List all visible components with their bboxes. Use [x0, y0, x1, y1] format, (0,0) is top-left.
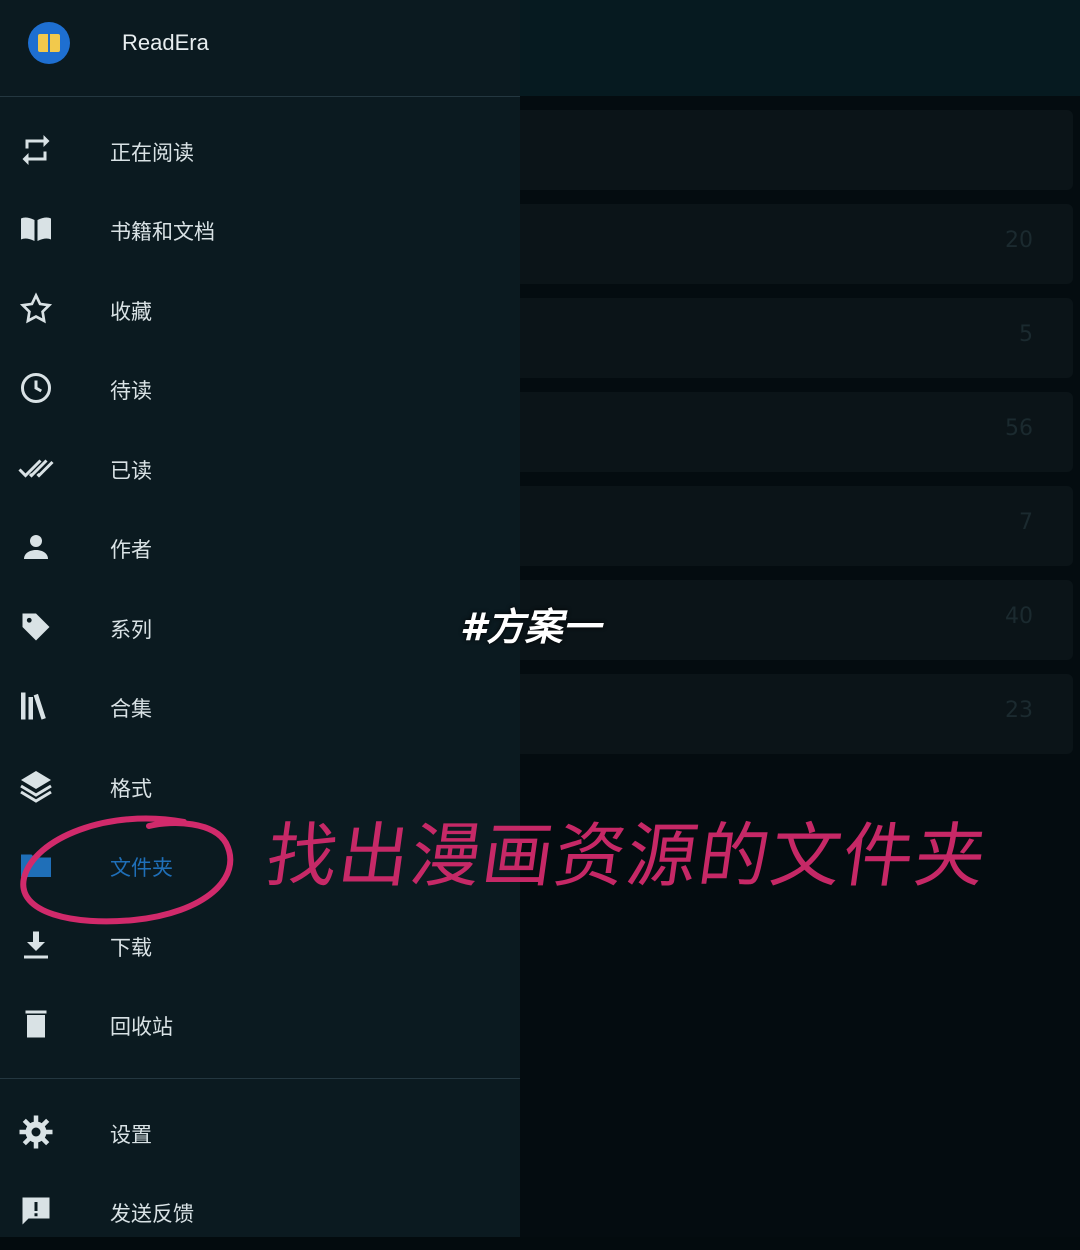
navigation-drawer: ReadEra 正在阅读 书籍和文档 收藏 待读 已读 作者 系列 合集 格式 …	[0, 0, 520, 1237]
drawer-item-label: 书籍和文档	[110, 220, 215, 244]
card-count: 40	[1005, 604, 1033, 629]
drawer-item-label: 下载	[110, 936, 152, 960]
background-card[interactable]: 56	[505, 392, 1073, 472]
drawer-item-label: 回收站	[110, 1015, 173, 1039]
drawer-item-send-feedback[interactable]: 发送反馈	[0, 1172, 520, 1250]
app-title: ReadEra	[122, 30, 209, 55]
drawer-item-series[interactable]: 系列	[0, 588, 520, 666]
drawer-item-label: 发送反馈	[110, 1202, 194, 1226]
app-logo-icon	[28, 22, 70, 64]
card-count: 7	[1019, 510, 1033, 535]
drawer-item-trash[interactable]: 回收站	[0, 985, 520, 1063]
drawer-item-reading-now[interactable]: 正在阅读	[0, 111, 520, 189]
background-card[interactable]: 23	[505, 674, 1073, 754]
drawer-item-label: 作者	[110, 538, 152, 562]
clock-icon	[18, 370, 54, 406]
drawer-item-label: 设置	[110, 1123, 152, 1147]
background-card[interactable]: 7	[505, 486, 1073, 566]
drawer-item-label: 系列	[110, 618, 152, 642]
gear-icon	[18, 1114, 54, 1150]
library-icon	[18, 688, 54, 724]
drawer-item-collections[interactable]: 合集	[0, 667, 520, 745]
trash-icon	[18, 1006, 54, 1042]
drawer-item-finished[interactable]: 已读	[0, 429, 520, 507]
drawer-item-label: 格式	[110, 777, 152, 801]
background-card[interactable]: 20	[505, 204, 1073, 284]
card-count: 5	[1019, 322, 1033, 347]
drawer-item-to-read[interactable]: 待读	[0, 349, 520, 427]
double-check-icon	[18, 450, 54, 486]
layers-icon	[18, 768, 54, 804]
overlay-hashtag: #方案一	[460, 605, 601, 649]
tag-icon	[18, 609, 54, 645]
drawer-item-label: 已读	[110, 459, 152, 483]
drawer-item-settings[interactable]: 设置	[0, 1093, 520, 1171]
drawer-item-books-documents[interactable]: 书籍和文档	[0, 190, 520, 268]
drawer-item-label: 收藏	[110, 300, 152, 324]
drawer-item-label: 正在阅读	[110, 141, 194, 165]
drawer-divider	[0, 1078, 520, 1079]
drawer-item-label: 合集	[110, 697, 152, 721]
star-icon	[18, 291, 54, 327]
repeat-icon	[18, 132, 54, 168]
drawer-item-label: 待读	[110, 379, 152, 403]
person-icon	[18, 529, 54, 565]
open-book-icon	[18, 211, 54, 247]
highlight-circle-annotation	[20, 815, 234, 925]
drawer-item-favorites[interactable]: 收藏	[0, 270, 520, 348]
background-card[interactable]: 5	[505, 298, 1073, 378]
drawer-item-authors[interactable]: 作者	[0, 508, 520, 586]
card-count: 20	[1005, 228, 1033, 253]
handwritten-annotation: 找出漫画资源的文件夹	[261, 815, 993, 897]
card-count: 23	[1005, 698, 1033, 723]
background-card[interactable]	[505, 110, 1073, 190]
feedback-icon	[18, 1193, 54, 1229]
drawer-header: ReadEra	[0, 0, 520, 97]
card-count: 56	[1005, 416, 1033, 441]
